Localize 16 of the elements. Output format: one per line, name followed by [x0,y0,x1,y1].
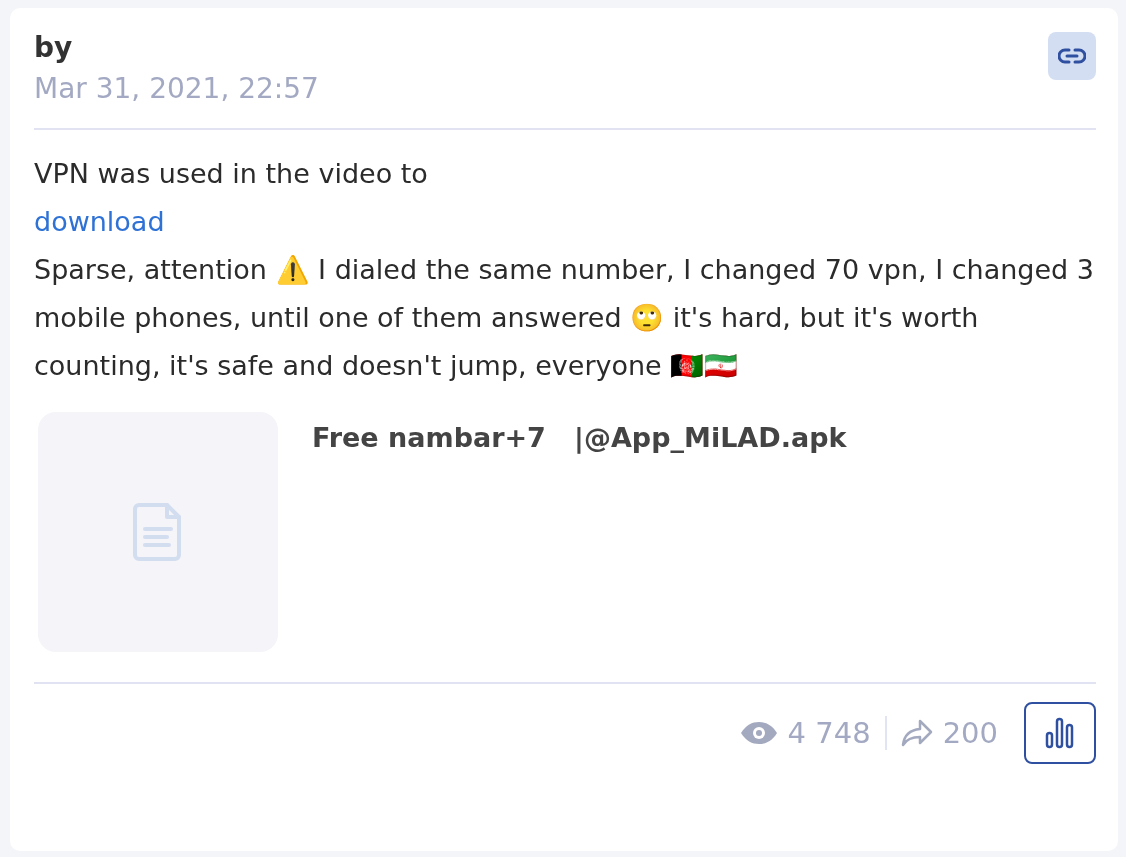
statistics-button[interactable] [1024,702,1096,764]
message-text: Sparse, attention ⚠ I dialed the same number, I changed 70 vpn, I changed 3 mobile phones, until one of them answered 🙄 it's hard, but it's worth counting, it's safe and doesn't jump, everyone 🇦🇫🇮🇷 [34,253,1095,383]
file-thumbnail[interactable] [38,412,278,652]
eye-icon [739,721,778,745]
link-button[interactable] [1048,32,1096,80]
share-icon [900,719,933,747]
message-text: VPN was used in the video to [34,157,429,191]
download-link[interactable]: download [34,206,165,237]
document-icon [133,503,183,561]
author-label: by [34,30,74,66]
share-count: 200 [942,716,998,750]
file-name: Free nambar+7 |@App_MiLAD.apk [312,422,847,453]
bar-chart-icon [1045,717,1075,749]
link-icon [1058,48,1086,64]
post-date: Mar 31, 2021, 22:57 [34,71,319,107]
view-count: 4 748 [787,716,871,750]
